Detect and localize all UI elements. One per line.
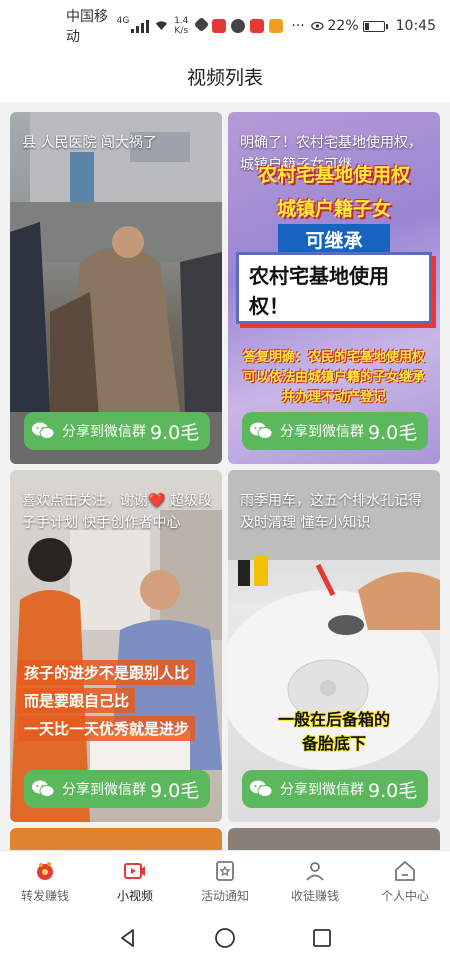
overlay-line: 孩子的进步不是跟别人比	[18, 660, 196, 685]
overlay-line: 农村宅基地使用权	[257, 164, 410, 186]
battery-percent: 22%	[327, 18, 359, 34]
reward-price: 9.0毛	[150, 779, 200, 802]
video-card[interactable]	[228, 828, 440, 850]
app-notification-icon	[269, 19, 284, 33]
home-icon	[395, 860, 415, 881]
video-icon	[124, 863, 145, 879]
system-nav-bar	[0, 912, 450, 963]
share-label: 分享到微信群	[62, 782, 146, 798]
share-label: 分享到微信群	[62, 424, 146, 440]
wechat-icon	[250, 780, 272, 797]
video-card[interactable]: 明确了！农村宅基地使用权，城镇户籍子女可继 农村宅基地使用权 城镇户籍子女 可继…	[228, 112, 440, 464]
overlay-callout-text: 农村宅基地使用权！	[249, 264, 389, 318]
share-label: 分享到微信群	[280, 424, 364, 440]
bottom-tab-bar: 转发赚钱 小视频 活动通知 收徒赚钱 个人中心	[0, 850, 450, 912]
video-card[interactable]	[10, 828, 222, 850]
fire-coin-icon	[37, 862, 53, 880]
reward-price: 9.0毛	[368, 779, 418, 802]
video-card[interactable]: 雨季用车，这五个排水孔记得及时清理 懂车小知识 一般在后备箱的 备胎底下 分享到…	[228, 470, 440, 822]
share-to-wechat-button[interactable]: 分享到微信群 9.0毛	[24, 412, 210, 450]
reward-price: 9.0毛	[368, 421, 418, 444]
reward-price: 9.0毛	[150, 421, 200, 444]
tab-short-video[interactable]: 小视频	[90, 851, 180, 912]
overlay-line: 可继承	[278, 224, 390, 255]
signal-icon	[131, 19, 150, 33]
video-card[interactable]: 喜欢点击关注，谢谢❤️ 超级段子手计划 快手创作者中心 孩子的进步不是跟别人比 …	[10, 470, 222, 822]
app-notification-icon	[250, 19, 265, 33]
speed-value: 1.4	[174, 16, 189, 26]
wechat-icon	[250, 422, 272, 439]
app-notification-icon	[231, 19, 246, 33]
eye-icon	[310, 21, 324, 31]
wechat-icon	[32, 780, 54, 797]
app-notification-icon	[212, 19, 227, 33]
overlay-line: 备胎底下	[301, 734, 366, 753]
page-title: 视频列表	[186, 66, 263, 89]
page-header: 视频列表	[0, 52, 450, 100]
overlay-line: 一天比一天优秀就是进步	[18, 716, 196, 741]
home-circle-icon[interactable]	[214, 927, 236, 949]
overlay-line: 城镇户籍子女	[276, 198, 391, 220]
video-title: 喜欢点击关注，谢谢❤️ 超级段子手计划 快手创作者中心	[22, 493, 212, 531]
tab-label: 收徒赚钱	[290, 889, 339, 903]
tab-personal-center[interactable]: 个人中心	[360, 851, 450, 912]
tab-label: 个人中心	[380, 889, 429, 903]
tab-recruit-earn[interactable]: 收徒赚钱	[270, 851, 360, 912]
network-speed: 1.4 K/s	[174, 16, 188, 36]
overlay-caption: 答复明确：农民的宅基地使用权可以依法由城镇户籍的子女继承并办理不动产登记	[242, 350, 425, 405]
speed-unit: K/s	[174, 26, 189, 36]
clock: 10:45	[395, 18, 436, 34]
video-card[interactable]: 县 人民医院 闯大祸了 分享到微信群 9.0毛	[10, 112, 222, 464]
share-label: 分享到微信群	[280, 782, 364, 798]
video-grid[interactable]: 县 人民医院 闯大祸了 分享到微信群 9.0毛 明确了！农村宅基地使用权，城镇户…	[0, 102, 450, 850]
overlay-line: 一般在后备箱的	[277, 710, 390, 729]
carrier-name: 中国移动	[66, 9, 108, 45]
wechat-icon	[32, 422, 54, 439]
video-title: 县 人民医院 闯大祸了	[22, 135, 157, 151]
status-bar: 中国移动 4G 1.4 K/s ··· 22% 10:45	[0, 0, 450, 52]
tab-forward-earn[interactable]: 转发赚钱	[0, 851, 90, 912]
tab-label: 转发赚钱	[20, 889, 69, 903]
network-type: 4G	[116, 16, 130, 26]
battery-icon	[362, 20, 388, 32]
share-to-wechat-button[interactable]: 分享到微信群 9.0毛	[242, 770, 428, 808]
wifi-icon	[156, 21, 168, 30]
notice-icon	[216, 861, 234, 881]
share-to-wechat-button[interactable]: 分享到微信群 9.0毛	[24, 770, 210, 808]
tab-label: 活动通知	[200, 889, 249, 903]
tab-activity-notice[interactable]: 活动通知	[180, 851, 270, 912]
recent-apps-icon[interactable]	[311, 927, 333, 949]
app-notification-icon	[194, 16, 210, 33]
overlay-line: 而是要跟自己比	[18, 688, 136, 713]
more-notifications-icon: ···	[291, 18, 305, 34]
notification-icons	[194, 16, 284, 33]
share-to-wechat-button[interactable]: 分享到微信群 9.0毛	[242, 412, 428, 450]
back-icon[interactable]	[117, 927, 139, 949]
tab-label: 小视频	[116, 889, 153, 903]
video-title: 雨季用车，这五个排水孔记得及时清理 懂车小知识	[240, 493, 422, 531]
overlay-callout: 农村宅基地使用权！	[236, 252, 432, 324]
user-add-icon	[306, 862, 324, 881]
